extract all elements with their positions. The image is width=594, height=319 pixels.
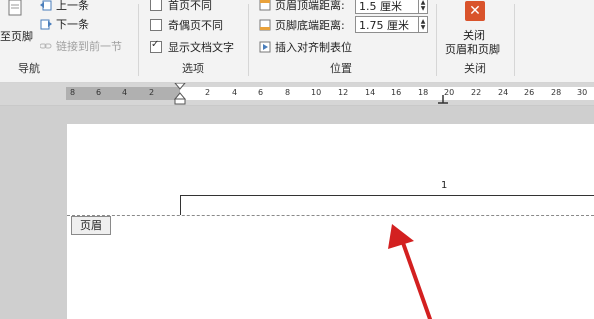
annotation-arrow <box>388 224 432 319</box>
